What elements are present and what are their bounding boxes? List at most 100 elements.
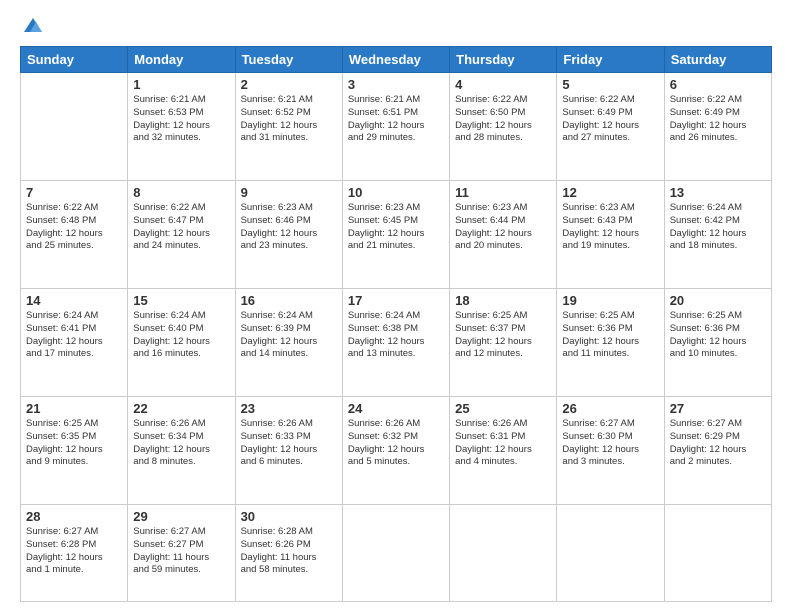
day-number: 4 [455,77,551,92]
day-info: Sunrise: 6:21 AM Sunset: 6:53 PM Dayligh… [133,94,229,145]
calendar-cell: 24Sunrise: 6:26 AM Sunset: 6:32 PM Dayli… [342,396,449,504]
day-number: 21 [26,401,122,416]
day-number: 2 [241,77,337,92]
day-number: 7 [26,185,122,200]
day-info: Sunrise: 6:27 AM Sunset: 6:27 PM Dayligh… [133,526,229,577]
day-info: Sunrise: 6:25 AM Sunset: 6:37 PM Dayligh… [455,310,551,361]
calendar-cell: 12 Sunrise: 6:23 AM Sunset: 6:43 PM Dayli… [557,180,664,288]
weekday-header-wednesday: Wednesday [342,47,449,73]
calendar-cell: 11 Sunrise: 6:23 AM Sunset: 6:44 PM Dayli… [450,180,557,288]
week-row-3: 14 Sunrise: 6:24 AM Sunset: 6:41 PM Dayli… [21,288,772,396]
day-info: Sunrise: 6:21 AM Sunset: 6:51 PM Dayligh… [348,94,444,145]
calendar-cell: 26 Sunrise: 6:27 AM Sunset: 6:30 PM Dayli… [557,396,664,504]
day-info: Sunrise: 6:23 AM Sunset: 6:44 PM Dayligh… [455,202,551,253]
calendar-cell [557,504,664,601]
calendar-cell: 6 Sunrise: 6:22 AM Sunset: 6:49 PM Daylig… [664,73,771,181]
weekday-header-row: SundayMondayTuesdayWednesdayThursdayFrid… [21,47,772,73]
calendar-cell: 9 Sunrise: 6:23 AM Sunset: 6:46 PM Daylig… [235,180,342,288]
day-info: Sunrise: 6:25 AM Sunset: 6:35 PM Dayligh… [26,418,122,469]
calendar-cell: 17 Sunrise: 6:24 AM Sunset: 6:38 PM Dayli… [342,288,449,396]
day-number: 17 [348,293,444,308]
weekday-header-monday: Monday [128,47,235,73]
calendar-cell: 2 Sunrise: 6:21 AM Sunset: 6:52 PM Daylig… [235,73,342,181]
calendar-cell: 5 Sunrise: 6:22 AM Sunset: 6:49 PM Daylig… [557,73,664,181]
day-number: 10 [348,185,444,200]
day-info: Sunrise: 6:24 AM Sunset: 6:39 PM Dayligh… [241,310,337,361]
day-info: Sunrise: 6:27 AM Sunset: 6:28 PM Dayligh… [26,526,122,577]
day-number: 18 [455,293,551,308]
calendar-cell: 21 Sunrise: 6:25 AM Sunset: 6:35 PM Dayli… [21,396,128,504]
calendar-cell [342,504,449,601]
day-info: Sunrise: 6:27 AM Sunset: 6:30 PM Dayligh… [562,418,658,469]
day-number: 28 [26,509,122,524]
calendar-cell: 20 Sunrise: 6:25 AM Sunset: 6:36 PM Dayli… [664,288,771,396]
calendar-cell: 30Sunrise: 6:28 AM Sunset: 6:26 PM Dayli… [235,504,342,601]
day-info: Sunrise: 6:22 AM Sunset: 6:49 PM Dayligh… [670,94,766,145]
day-number: 22 [133,401,229,416]
day-info: Sunrise: 6:24 AM Sunset: 6:42 PM Dayligh… [670,202,766,253]
calendar-cell: 19 Sunrise: 6:25 AM Sunset: 6:36 PM Dayli… [557,288,664,396]
day-number: 13 [670,185,766,200]
day-info: Sunrise: 6:23 AM Sunset: 6:43 PM Dayligh… [562,202,658,253]
day-number: 1 [133,77,229,92]
day-number: 5 [562,77,658,92]
day-number: 25 [455,401,551,416]
calendar-cell: 15 Sunrise: 6:24 AM Sunset: 6:40 PM Dayli… [128,288,235,396]
weekday-header-thursday: Thursday [450,47,557,73]
calendar-cell: 27Sunrise: 6:27 AM Sunset: 6:29 PM Dayli… [664,396,771,504]
week-row-2: 7Sunrise: 6:22 AM Sunset: 6:48 PM Daylig… [21,180,772,288]
day-number: 6 [670,77,766,92]
calendar-cell: 13 Sunrise: 6:24 AM Sunset: 6:42 PM Dayli… [664,180,771,288]
day-info: Sunrise: 6:22 AM Sunset: 6:49 PM Dayligh… [562,94,658,145]
day-number: 24 [348,401,444,416]
day-info: Sunrise: 6:23 AM Sunset: 6:45 PM Dayligh… [348,202,444,253]
calendar-cell [21,73,128,181]
calendar-cell: 10 Sunrise: 6:23 AM Sunset: 6:45 PM Dayli… [342,180,449,288]
day-info: Sunrise: 6:24 AM Sunset: 6:38 PM Dayligh… [348,310,444,361]
calendar-table: SundayMondayTuesdayWednesdayThursdayFrid… [20,46,772,602]
calendar-cell: 7Sunrise: 6:22 AM Sunset: 6:48 PM Daylig… [21,180,128,288]
weekday-header-tuesday: Tuesday [235,47,342,73]
day-info: Sunrise: 6:21 AM Sunset: 6:52 PM Dayligh… [241,94,337,145]
day-info: Sunrise: 6:25 AM Sunset: 6:36 PM Dayligh… [670,310,766,361]
day-info: Sunrise: 6:26 AM Sunset: 6:33 PM Dayligh… [241,418,337,469]
calendar-cell: 29Sunrise: 6:27 AM Sunset: 6:27 PM Dayli… [128,504,235,601]
day-info: Sunrise: 6:26 AM Sunset: 6:31 PM Dayligh… [455,418,551,469]
week-row-1: 1 Sunrise: 6:21 AM Sunset: 6:53 PM Daylig… [21,73,772,181]
calendar-cell: 22Sunrise: 6:26 AM Sunset: 6:34 PM Dayli… [128,396,235,504]
logo [20,16,44,36]
day-info: Sunrise: 6:22 AM Sunset: 6:50 PM Dayligh… [455,94,551,145]
day-number: 23 [241,401,337,416]
day-info: Sunrise: 6:24 AM Sunset: 6:41 PM Dayligh… [26,310,122,361]
week-row-5: 28 Sunrise: 6:27 AM Sunset: 6:28 PM Dayli… [21,504,772,601]
logo-text [20,16,44,36]
day-number: 11 [455,185,551,200]
weekday-header-sunday: Sunday [21,47,128,73]
day-number: 15 [133,293,229,308]
day-info: Sunrise: 6:24 AM Sunset: 6:40 PM Dayligh… [133,310,229,361]
day-number: 9 [241,185,337,200]
day-info: Sunrise: 6:23 AM Sunset: 6:46 PM Dayligh… [241,202,337,253]
day-info: Sunrise: 6:25 AM Sunset: 6:36 PM Dayligh… [562,310,658,361]
weekday-header-saturday: Saturday [664,47,771,73]
header [20,16,772,36]
calendar-cell [450,504,557,601]
day-number: 3 [348,77,444,92]
day-info: Sunrise: 6:22 AM Sunset: 6:47 PM Dayligh… [133,202,229,253]
calendar-cell: 16 Sunrise: 6:24 AM Sunset: 6:39 PM Dayli… [235,288,342,396]
day-number: 27 [670,401,766,416]
page: SundayMondayTuesdayWednesdayThursdayFrid… [0,0,792,612]
day-number: 20 [670,293,766,308]
day-number: 14 [26,293,122,308]
calendar-cell: 18 Sunrise: 6:25 AM Sunset: 6:37 PM Dayli… [450,288,557,396]
day-number: 26 [562,401,658,416]
calendar-cell [664,504,771,601]
day-number: 30 [241,509,337,524]
weekday-header-friday: Friday [557,47,664,73]
calendar-cell: 3 Sunrise: 6:21 AM Sunset: 6:51 PM Daylig… [342,73,449,181]
logo-icon [22,14,44,36]
calendar-cell: 14 Sunrise: 6:24 AM Sunset: 6:41 PM Dayli… [21,288,128,396]
day-number: 16 [241,293,337,308]
day-number: 12 [562,185,658,200]
day-number: 19 [562,293,658,308]
